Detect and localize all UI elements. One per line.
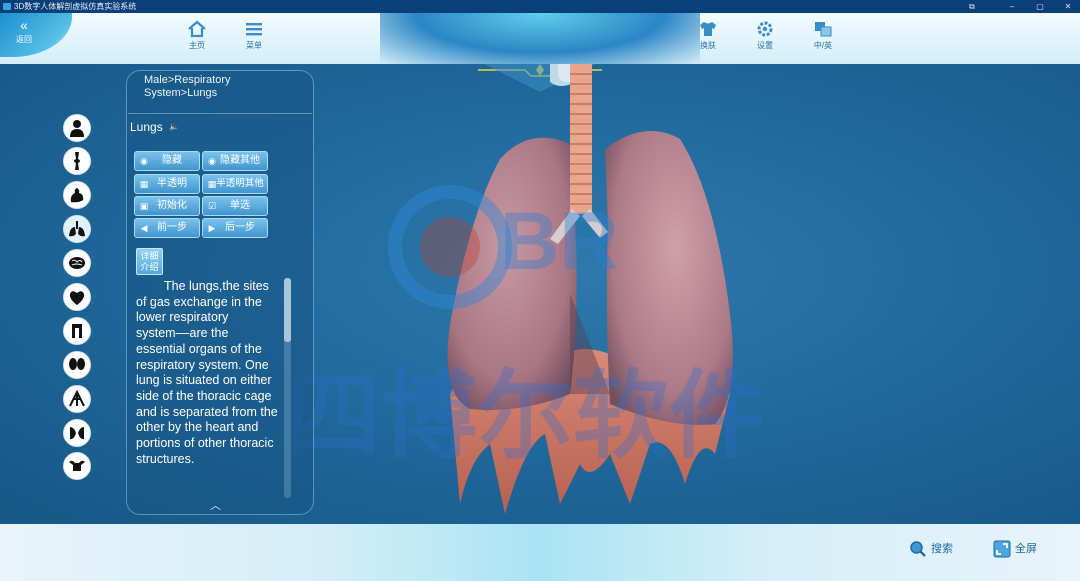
system-icon-lymphatic[interactable] (63, 385, 91, 413)
menu-icon (246, 23, 262, 36)
system-icon-endocrine[interactable] (63, 419, 91, 447)
eye-off-icon: ◉ (208, 156, 216, 166)
translucent-button[interactable]: ▦ 半透明 (134, 174, 200, 194)
detail-line-1: 详细 (140, 251, 159, 261)
settings-button[interactable]: 设置 (745, 20, 785, 51)
system-icon-nervous[interactable] (63, 249, 91, 277)
initialize-label: 初始化 (157, 200, 187, 211)
back-label: 返回 (16, 35, 32, 44)
chevron-up-icon[interactable]: ︿ (210, 497, 221, 513)
single-select-button[interactable]: ☑ 单选 (202, 196, 268, 216)
language-button[interactable]: 中/英 (803, 20, 843, 51)
system-icon-urinary[interactable] (63, 351, 91, 379)
thyroid-icon (70, 427, 84, 440)
lymphatic-icon (69, 389, 85, 407)
maximize-button[interactable]: ▢ (1028, 0, 1052, 13)
human-silhouette-icon (70, 120, 84, 137)
home-label: 主页 (189, 41, 205, 50)
prev-step-label: 前一步 (157, 222, 187, 233)
watermark-logo-text: BR (500, 196, 618, 287)
translucent-others-label: 半透明其他 (216, 178, 264, 189)
toolbar-center-glow (380, 13, 700, 64)
hide-others-button[interactable]: ◉ 隐藏其他 (202, 151, 268, 171)
uterus-icon (69, 460, 85, 471)
app-icon (3, 3, 11, 10)
arrow-right-icon: ▶ (208, 223, 216, 233)
intestine-icon (72, 324, 82, 338)
checker-icon: ▦ (139, 179, 149, 189)
next-step-button[interactable]: ▶ 后一步 (202, 218, 268, 238)
system-icon-skeleton[interactable] (63, 147, 91, 175)
language-label: 中/英 (813, 41, 833, 50)
prev-step-button[interactable]: ◀ 前一步 (134, 218, 200, 238)
system-icon-respiratory[interactable] (63, 215, 91, 243)
breadcrumb: Male>Respiratory System>Lungs (144, 74, 284, 100)
system-icon-reproductive[interactable] (63, 452, 91, 480)
search-icon (910, 541, 926, 557)
speaker-icon[interactable]: 🔈 (169, 122, 179, 131)
hide-others-label: 隐藏其他 (220, 155, 260, 166)
panel-divider (128, 113, 312, 114)
fullscreen-icon (993, 540, 1011, 558)
gear-icon (757, 21, 773, 37)
system-icon-skin[interactable] (63, 114, 91, 142)
lungs-icon (69, 221, 85, 237)
initialize-button[interactable]: ▣ 初始化 (134, 196, 200, 216)
checker-icon: ▦ (207, 179, 217, 189)
system-icon-cardiovascular[interactable] (63, 283, 91, 311)
fullscreen-button[interactable]: 全屏 (993, 540, 1037, 558)
reset-icon: ▣ (139, 201, 149, 211)
back-button[interactable]: « 返回 (6, 16, 42, 52)
muscle-arm-icon (70, 188, 84, 203)
settings-label: 设置 (757, 41, 773, 50)
next-step-label: 后一步 (225, 222, 255, 233)
menu-label: 菜单 (246, 41, 262, 50)
organ-description: The lungs,the sites of gas exchange in t… (136, 279, 278, 499)
arrow-left-icon: ◀ (140, 223, 148, 233)
watermark-logo: BR 四博尔软件 (285, 185, 765, 469)
minimize-button[interactable]: – (1000, 0, 1024, 13)
detail-line-2: 介绍 (140, 262, 159, 272)
description-scroll-thumb[interactable] (284, 278, 291, 342)
window-title: 3D数字人体解剖虚拟仿真实验系统 (14, 2, 137, 11)
description-text: The lungs,the sites of gas exchange in t… (136, 279, 278, 466)
system-icon-digestive[interactable] (63, 317, 91, 345)
close-button[interactable]: ✕ (1056, 0, 1080, 13)
fullscreen-label: 全屏 (1015, 543, 1037, 555)
search-button[interactable]: 搜索 (909, 540, 953, 558)
home-button[interactable]: 主页 (177, 20, 217, 51)
translucent-others-button[interactable]: ▦ 半透明其他 (202, 174, 268, 194)
translucent-label: 半透明 (157, 178, 187, 189)
breadcrumb-line-1: Male>Respiratory (144, 74, 231, 86)
checkbox-icon: ☑ (207, 201, 217, 211)
watermark-cn-text: 四博尔软件 (285, 360, 765, 469)
home-icon (188, 20, 206, 38)
language-icon (815, 22, 832, 37)
shirt-icon (700, 22, 716, 36)
top-toolbar (0, 13, 1080, 64)
heart-icon (69, 291, 85, 305)
back-arrow-icon: « (20, 17, 28, 33)
brain-icon (69, 257, 85, 269)
eye-off-icon: ◉ (140, 156, 148, 166)
breadcrumb-line-2: System>Lungs (144, 87, 218, 99)
title-bar: 3D数字人体解剖虚拟仿真实验系统 ⧉ – ▢ ✕ (0, 0, 1080, 13)
skin-label: 换肤 (700, 41, 716, 50)
kidney-icon (69, 358, 85, 370)
search-label: 搜索 (931, 543, 953, 555)
organ-title: Lungs (130, 120, 163, 134)
menu-button[interactable]: 菜单 (234, 20, 274, 51)
system-icon-muscle[interactable] (63, 181, 91, 209)
hide-label: 隐藏 (162, 155, 182, 166)
single-select-label: 单选 (230, 200, 250, 211)
bone-icon (74, 152, 80, 170)
hide-button[interactable]: ◉ 隐藏 (134, 151, 200, 171)
skin-button[interactable]: 换肤 (688, 20, 728, 51)
restore-window-icon[interactable]: ⧉ (960, 0, 984, 13)
detail-intro-button[interactable]: 详细 介绍 (136, 248, 163, 275)
